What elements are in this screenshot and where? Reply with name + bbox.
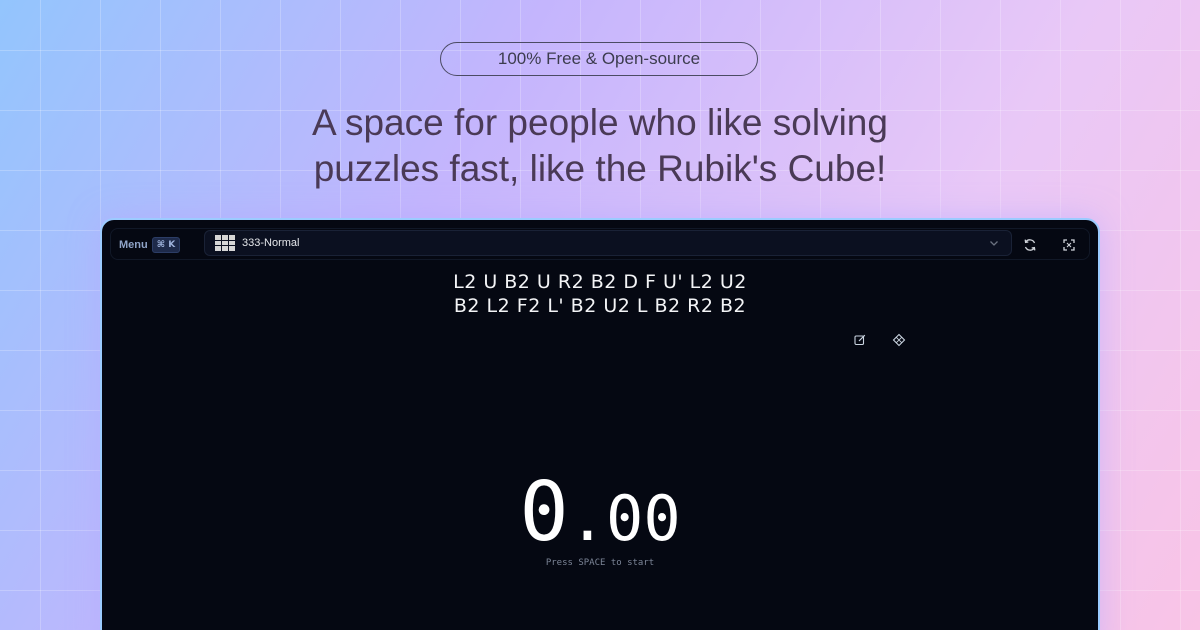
scramble-line-2: B2 L2 F2 L' B2 U2 L B2 R2 B2 (453, 295, 747, 317)
scramble-text[interactable]: L2 U B2 U R2 B2 D F U' L2 U2 B2 L2 F2 L'… (102, 270, 1098, 318)
refresh-icon[interactable] (1021, 236, 1039, 254)
timer-app-window: Menu ⌘ K 333-Normal L2 U B2 U R2 B2 D F … (100, 218, 1100, 630)
headline-line-1: A space for people who like solving (312, 102, 888, 143)
puzzle-select-value: 333-Normal (242, 237, 300, 249)
menu-shortcut: ⌘ K (151, 237, 181, 253)
hero-headline: A space for people who like solving puzz… (200, 100, 1000, 192)
badge-text: 100% Free & Open-source (497, 49, 701, 68)
headline-line-2: puzzles fast, like the Rubik's Cube! (313, 148, 887, 189)
menu-label: Menu (119, 239, 148, 251)
cube-settings-icon[interactable] (892, 333, 906, 347)
puzzle-select[interactable]: 333-Normal (204, 230, 1012, 256)
timer-decimals: .00 (568, 482, 681, 555)
start-hint: Press SPACE to start (545, 558, 655, 568)
chevron-down-icon (990, 241, 998, 246)
menu-button[interactable]: Menu ⌘ K (119, 235, 181, 255)
timer-seconds: 0 (519, 465, 569, 560)
scramble-line-1: L2 U B2 U R2 B2 D F U' L2 U2 (453, 271, 747, 293)
app-toolbar: Menu ⌘ K 333-Normal (110, 228, 1090, 260)
expand-icon[interactable] (1060, 236, 1078, 254)
edit-icon[interactable] (853, 333, 867, 347)
cube-grid-icon (215, 235, 235, 251)
open-source-badge: 100% Free & Open-source (440, 42, 758, 76)
